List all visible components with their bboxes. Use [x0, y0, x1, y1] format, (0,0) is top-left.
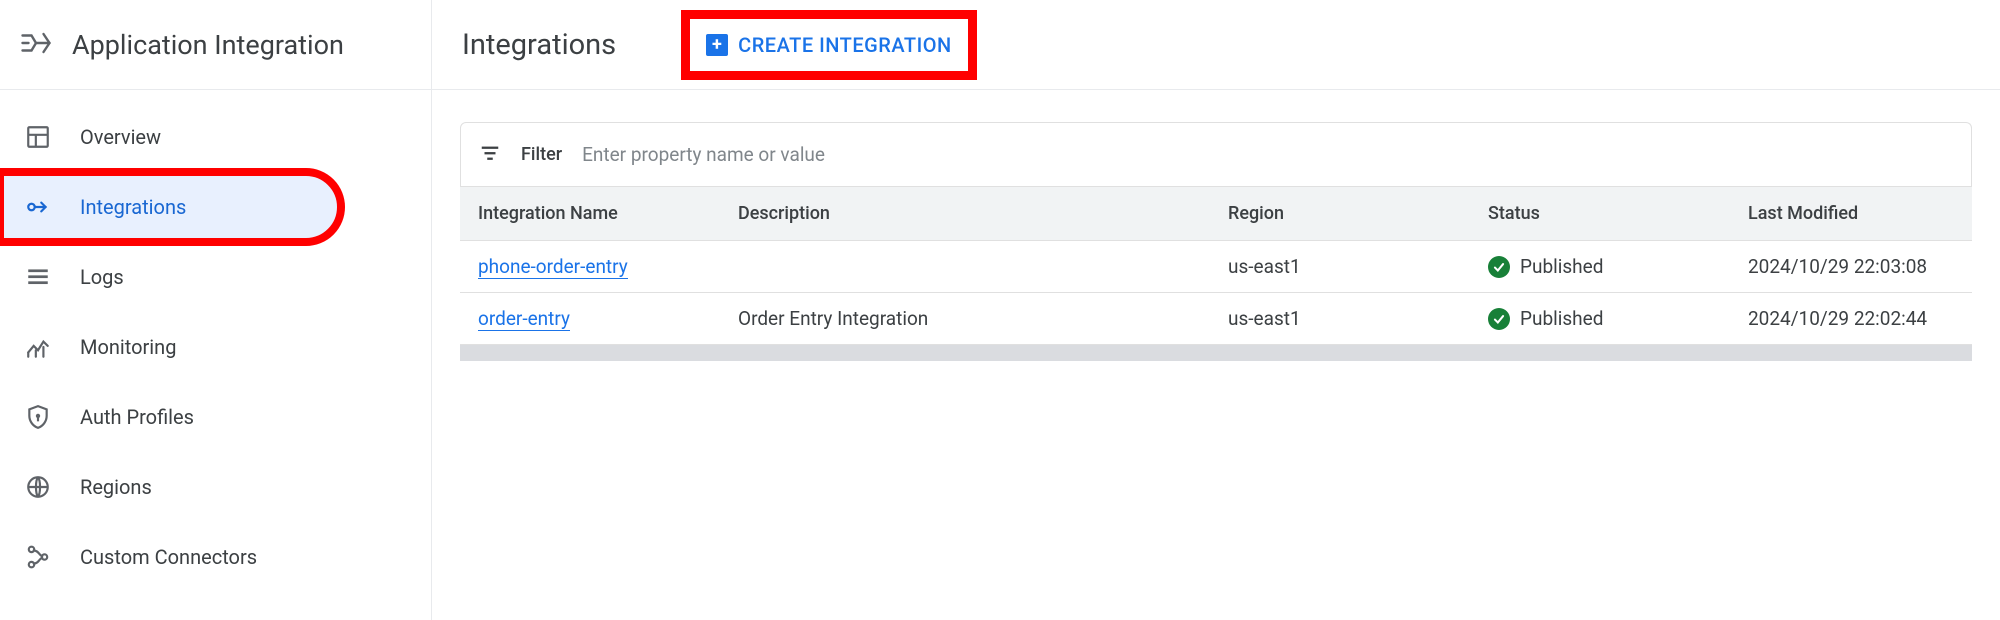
- sidebar-item-custom-connectors[interactable]: Custom Connectors: [0, 522, 431, 592]
- cell-last-modified: 2024/10/29 22:02:44: [1730, 293, 1972, 345]
- sidebar-item-label: Regions: [80, 475, 152, 499]
- regions-icon: [24, 473, 52, 501]
- status-label: Published: [1520, 307, 1603, 330]
- sidebar-item-auth-profiles[interactable]: Auth Profiles: [0, 382, 431, 452]
- sidebar-item-label: Auth Profiles: [80, 405, 194, 429]
- status-cell: Published: [1488, 255, 1712, 278]
- status-cell: Published: [1488, 307, 1712, 330]
- filter-icon: [479, 142, 501, 168]
- table-row: phone-order-entry us-east1 Published 2: [460, 241, 1972, 293]
- sidebar-item-logs[interactable]: Logs: [0, 242, 431, 312]
- cell-last-modified: 2024/10/29 22:03:08: [1730, 241, 1972, 293]
- custom-connectors-icon: [24, 543, 52, 571]
- plus-icon: +: [706, 34, 728, 56]
- sidebar-item-integrations[interactable]: Integrations: [0, 172, 341, 242]
- col-name[interactable]: Integration Name: [460, 187, 720, 241]
- sidebar-item-label: Overview: [80, 125, 161, 149]
- page-title: Integrations: [462, 28, 616, 62]
- create-integration-highlight: + CREATE INTEGRATION: [686, 15, 972, 75]
- monitoring-icon: [24, 333, 52, 361]
- main: Integrations + CREATE INTEGRATION Filter: [432, 0, 2000, 620]
- integration-link[interactable]: order-entry: [478, 307, 570, 331]
- product-logo-icon: [18, 25, 54, 65]
- col-description[interactable]: Description: [720, 187, 1210, 241]
- cell-region: us-east1: [1210, 241, 1470, 293]
- col-last-modified[interactable]: Last Modified: [1730, 187, 1972, 241]
- filter-label: Filter: [521, 144, 562, 165]
- main-header: Integrations + CREATE INTEGRATION: [432, 0, 2000, 90]
- integration-link[interactable]: phone-order-entry: [478, 255, 628, 279]
- sidebar: Application Integration Overview Integra…: [0, 0, 432, 620]
- sidebar-item-monitoring[interactable]: Monitoring: [0, 312, 431, 382]
- col-status[interactable]: Status: [1470, 187, 1730, 241]
- cell-region: us-east1: [1210, 293, 1470, 345]
- product-header: Application Integration: [0, 0, 431, 90]
- auth-profiles-icon: [24, 403, 52, 431]
- col-region[interactable]: Region: [1210, 187, 1470, 241]
- cell-description: [720, 241, 1210, 293]
- product-title: Application Integration: [72, 29, 344, 61]
- sidebar-item-label: Logs: [80, 265, 124, 289]
- content: Filter Integration Name Description Regi…: [432, 90, 2000, 361]
- table-row: order-entry Order Entry Integration us-e…: [460, 293, 1972, 345]
- sidebar-item-label: Integrations: [80, 195, 186, 219]
- integrations-icon: [24, 193, 52, 221]
- filter-input[interactable]: [582, 143, 1953, 166]
- check-circle-icon: [1488, 308, 1510, 330]
- status-label: Published: [1520, 255, 1603, 278]
- sidebar-nav: Overview Integrations Logs: [0, 90, 431, 592]
- sidebar-item-label: Custom Connectors: [80, 545, 257, 569]
- create-integration-button[interactable]: + CREATE INTEGRATION: [706, 33, 952, 57]
- overview-icon: [24, 123, 52, 151]
- logs-icon: [24, 263, 52, 291]
- horizontal-scrollbar[interactable]: [460, 345, 1972, 361]
- sidebar-item-regions[interactable]: Regions: [0, 452, 431, 522]
- cell-description: Order Entry Integration: [720, 293, 1210, 345]
- sidebar-item-overview[interactable]: Overview: [0, 102, 431, 172]
- integrations-table: Integration Name Description Region Stat…: [460, 186, 1972, 345]
- sidebar-item-label: Monitoring: [80, 335, 176, 359]
- filter-bar: Filter: [460, 122, 1972, 186]
- create-integration-label: CREATE INTEGRATION: [738, 33, 952, 57]
- check-circle-icon: [1488, 256, 1510, 278]
